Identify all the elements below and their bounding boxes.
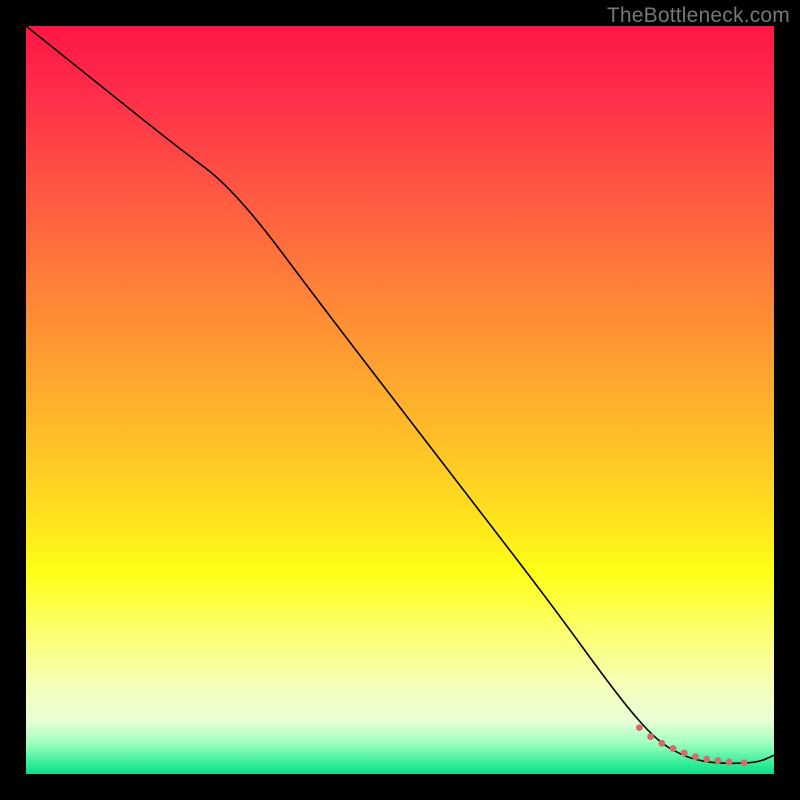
- marker-dot: [636, 724, 643, 731]
- marker-dot: [726, 759, 733, 766]
- marker-dot: [692, 753, 699, 760]
- marker-dot: [703, 756, 710, 763]
- marker-group: [636, 724, 748, 766]
- marker-dot: [647, 733, 654, 740]
- watermark-text: TheBottleneck.com: [607, 4, 790, 28]
- chart-stage: TheBottleneck.com: [0, 0, 800, 800]
- chart-overlay: [26, 26, 774, 774]
- marker-dot: [670, 745, 677, 752]
- marker-dot: [741, 759, 748, 766]
- marker-dot: [681, 750, 688, 757]
- bottleneck-curve: [26, 26, 774, 763]
- marker-dot: [658, 740, 665, 747]
- marker-dot: [715, 757, 722, 764]
